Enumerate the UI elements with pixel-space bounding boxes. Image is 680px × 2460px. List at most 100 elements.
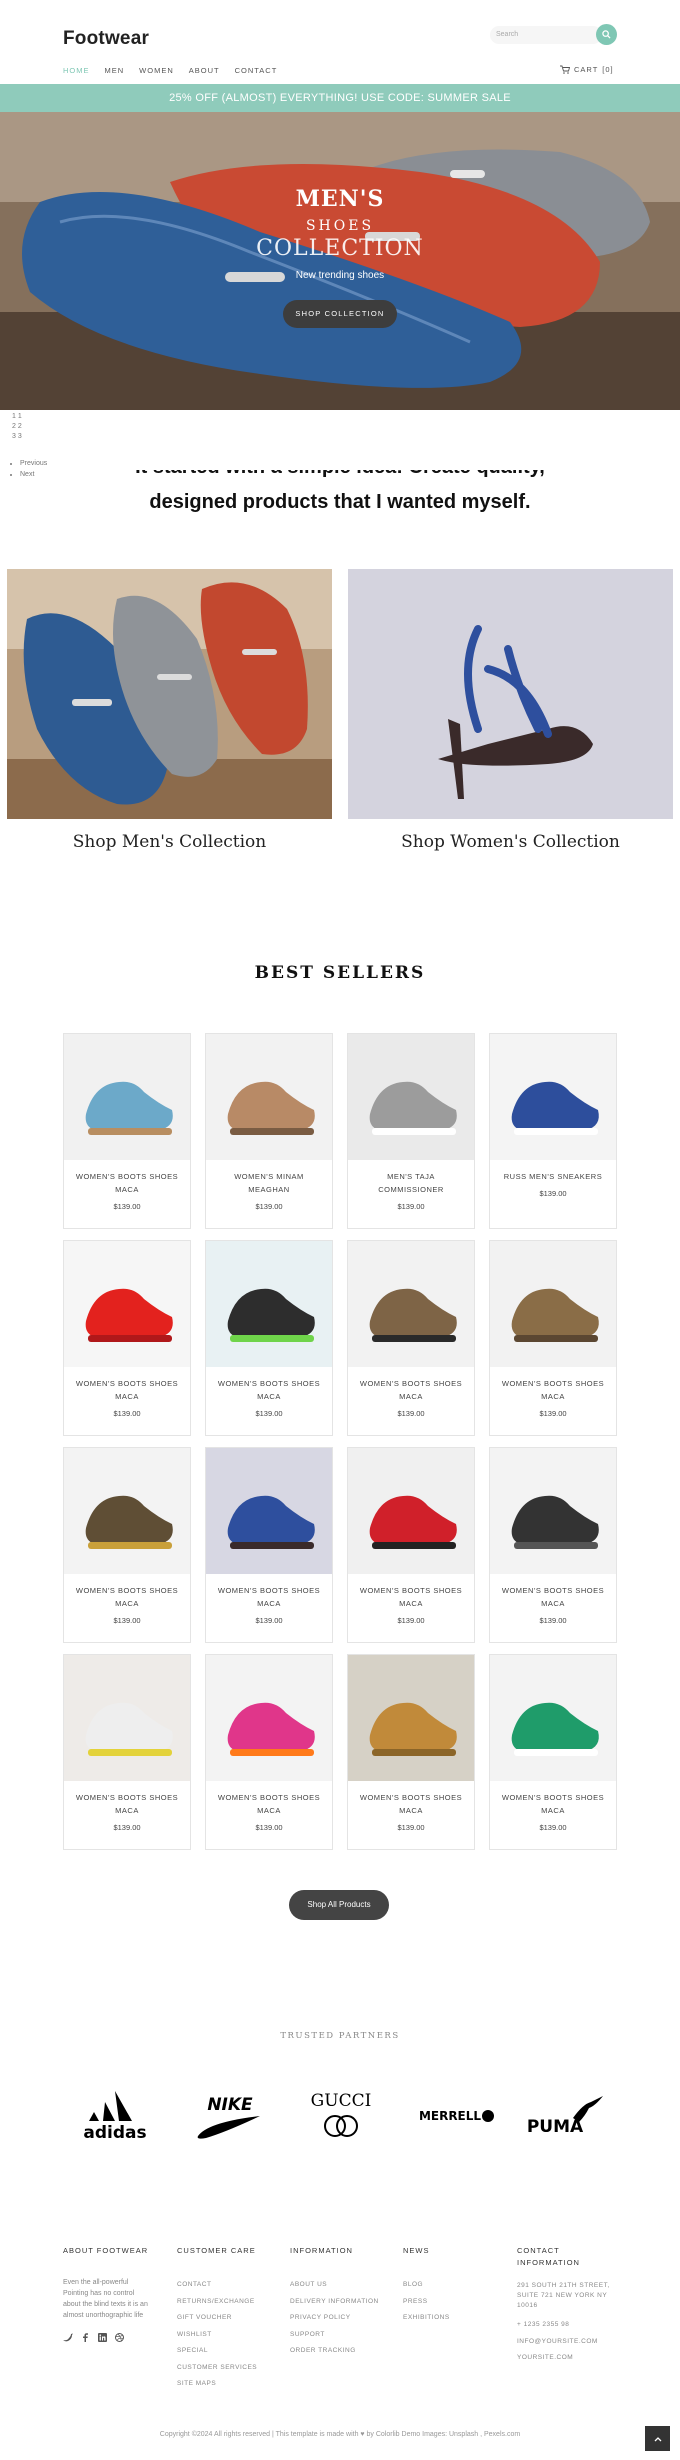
- footer-link-site-maps[interactable]: SITE MAPS: [177, 2376, 287, 2393]
- product-image[interactable]: [64, 1034, 190, 1160]
- facebook-icon[interactable]: [81, 2333, 90, 2342]
- footer-link-special[interactable]: SPECIAL: [177, 2343, 287, 2360]
- product-name[interactable]: WOMEN'S BOOTS SHOES MACA: [64, 1377, 190, 1403]
- slider-dot-2[interactable]: 2 2: [12, 422, 22, 432]
- linkedin-icon[interactable]: [98, 2333, 107, 2342]
- footer-link-press[interactable]: PRESS: [403, 2294, 513, 2311]
- product-card[interactable]: WOMEN'S BOOTS SHOES MACA $139.00: [489, 1240, 617, 1436]
- product-name[interactable]: WOMEN'S BOOTS SHOES MACA: [64, 1584, 190, 1610]
- footer-website[interactable]: YOURSITE.COM: [517, 2350, 627, 2367]
- product-name[interactable]: WOMEN'S MINAM MEAGHAN: [206, 1170, 332, 1196]
- product-card[interactable]: MEN'S TAJA COMMISSIONER $139.00: [347, 1033, 475, 1229]
- footer-link-contact[interactable]: CONTACT: [177, 2277, 287, 2294]
- product-image[interactable]: [348, 1241, 474, 1367]
- product-card[interactable]: WOMEN'S BOOTS SHOES MACA $139.00: [347, 1654, 475, 1850]
- product-card[interactable]: WOMEN'S BOOTS SHOES MACA $139.00: [205, 1447, 333, 1643]
- product-name[interactable]: WOMEN'S BOOTS SHOES MACA: [64, 1791, 190, 1817]
- product-card[interactable]: WOMEN'S BOOTS SHOES MACA $139.00: [63, 1033, 191, 1229]
- product-image[interactable]: [64, 1655, 190, 1781]
- product-card[interactable]: WOMEN'S BOOTS SHOES MACA $139.00: [347, 1240, 475, 1436]
- footer-link-privacy[interactable]: PRIVACY POLICY: [290, 2310, 400, 2327]
- nav-women[interactable]: WOMEN: [139, 66, 174, 75]
- partner-merrell[interactable]: MERRELL: [409, 2085, 499, 2145]
- product-name[interactable]: WOMEN'S BOOTS SHOES MACA: [490, 1377, 616, 1403]
- nav-home[interactable]: HOME: [63, 66, 90, 75]
- footer-link-order-tracking[interactable]: ORDER TRACKING: [290, 2343, 400, 2360]
- product-image[interactable]: [206, 1655, 332, 1781]
- men-collection-label[interactable]: Shop Men's Collection: [7, 832, 332, 852]
- nav-about[interactable]: ABOUT: [189, 66, 220, 75]
- slider-dot-3[interactable]: 3 3: [12, 432, 22, 442]
- slider-dot-1[interactable]: 1 1: [12, 412, 22, 422]
- product-image[interactable]: [490, 1448, 616, 1574]
- product-image[interactable]: [490, 1655, 616, 1781]
- product-image[interactable]: [206, 1448, 332, 1574]
- product-image[interactable]: [206, 1034, 332, 1160]
- product-card[interactable]: WOMEN'S BOOTS SHOES MACA $139.00: [347, 1447, 475, 1643]
- footer-link-blog[interactable]: BLOG: [403, 2277, 513, 2294]
- footer-link-wishlist[interactable]: WISHLIST: [177, 2327, 287, 2344]
- product-card[interactable]: WOMEN'S MINAM MEAGHAN $139.00: [205, 1033, 333, 1229]
- product-name[interactable]: WOMEN'S BOOTS SHOES MACA: [348, 1791, 474, 1817]
- product-name[interactable]: WOMEN'S BOOTS SHOES MACA: [348, 1377, 474, 1403]
- product-image[interactable]: [348, 1655, 474, 1781]
- product-image[interactable]: [64, 1448, 190, 1574]
- footer-link-returns[interactable]: RETURNS/EXCHANGE: [177, 2294, 287, 2311]
- product-card[interactable]: WOMEN'S BOOTS SHOES MACA $139.00: [489, 1447, 617, 1643]
- product-card[interactable]: WOMEN'S BOOTS SHOES MACA $139.00: [63, 1447, 191, 1643]
- partner-puma[interactable]: PUMA: [520, 2085, 610, 2145]
- footer-phone[interactable]: + 1235 2355 98: [517, 2317, 627, 2334]
- product-image[interactable]: [206, 1241, 332, 1367]
- product-image[interactable]: [490, 1034, 616, 1160]
- product-card[interactable]: RUSS MEN'S SNEAKERS $139.00: [489, 1033, 617, 1229]
- footer-link-support[interactable]: SUPPORT: [290, 2327, 400, 2344]
- cart-link[interactable]: CART [0]: [560, 65, 614, 74]
- product-card[interactable]: WOMEN'S BOOTS SHOES MACA $139.00: [63, 1654, 191, 1850]
- product-name[interactable]: WOMEN'S BOOTS SHOES MACA: [490, 1791, 616, 1817]
- partner-adidas[interactable]: adidas: [70, 2085, 160, 2145]
- product-name[interactable]: WOMEN'S BOOTS SHOES MACA: [64, 1170, 190, 1196]
- product-image[interactable]: [64, 1241, 190, 1367]
- footer-link-about-us[interactable]: ABOUT US: [290, 2277, 400, 2294]
- product-name[interactable]: RUSS MEN'S SNEAKERS: [490, 1170, 616, 1183]
- twitter-icon[interactable]: [63, 2333, 73, 2342]
- product-name[interactable]: MEN'S TAJA COMMISSIONER: [348, 1170, 474, 1196]
- product-card[interactable]: WOMEN'S BOOTS SHOES MACA $139.00: [205, 1654, 333, 1850]
- product-name[interactable]: WOMEN'S BOOTS SHOES MACA: [348, 1584, 474, 1610]
- product-name[interactable]: WOMEN'S BOOTS SHOES MACA: [206, 1377, 332, 1403]
- nav-men[interactable]: MEN: [105, 66, 125, 75]
- women-collection-card[interactable]: [348, 569, 673, 819]
- product-image[interactable]: [490, 1241, 616, 1367]
- footer-link-gift-voucher[interactable]: GIFT VOUCHER: [177, 2310, 287, 2327]
- product-card[interactable]: WOMEN'S BOOTS SHOES MACA $139.00: [489, 1654, 617, 1850]
- shop-all-products-button[interactable]: Shop All Products: [289, 1890, 389, 1920]
- site-logo[interactable]: Footwear: [63, 28, 149, 50]
- hero-caption: New trending shoes: [295, 270, 385, 281]
- slider-pagination: 1 1 2 2 3 3: [12, 412, 22, 442]
- back-to-top-button[interactable]: [645, 2426, 670, 2451]
- promo-bar: 25% OFF (ALMOST) EVERYTHING! USE CODE: S…: [0, 84, 680, 112]
- partner-nike[interactable]: NIKE: [183, 2085, 273, 2145]
- search-button[interactable]: [596, 24, 617, 45]
- partner-gucci[interactable]: GUCCI: [296, 2085, 386, 2145]
- shop-collection-button[interactable]: SHOP COLLECTION: [283, 300, 397, 328]
- product-name[interactable]: WOMEN'S BOOTS SHOES MACA: [490, 1584, 616, 1610]
- slider-prev[interactable]: Previous: [20, 458, 47, 469]
- product-image[interactable]: [348, 1034, 474, 1160]
- product-card[interactable]: WOMEN'S BOOTS SHOES MACA $139.00: [205, 1240, 333, 1436]
- footer-link-customer-services[interactable]: CUSTOMER SERVICES: [177, 2360, 287, 2377]
- product-name[interactable]: WOMEN'S BOOTS SHOES MACA: [206, 1584, 332, 1610]
- footer-link-delivery[interactable]: DELIVERY INFORMATION: [290, 2294, 400, 2311]
- product-price: $139.00: [539, 1189, 567, 1198]
- product-name[interactable]: WOMEN'S BOOTS SHOES MACA: [206, 1791, 332, 1817]
- dribbble-icon[interactable]: [115, 2333, 124, 2342]
- footer-about-title: ABOUT FOOTWEAR: [63, 2246, 149, 2255]
- product-card[interactable]: WOMEN'S BOOTS SHOES MACA $139.00: [63, 1240, 191, 1436]
- product-image[interactable]: [348, 1448, 474, 1574]
- search-input[interactable]: Search: [490, 26, 602, 44]
- footer-email[interactable]: INFO@YOURSITE.COM: [517, 2334, 627, 2351]
- nav-contact[interactable]: CONTACT: [235, 66, 278, 75]
- footer-link-exhibitions[interactable]: EXHIBITIONS: [403, 2310, 513, 2327]
- men-collection-card[interactable]: [7, 569, 332, 819]
- women-collection-label[interactable]: Shop Women's Collection: [348, 832, 673, 852]
